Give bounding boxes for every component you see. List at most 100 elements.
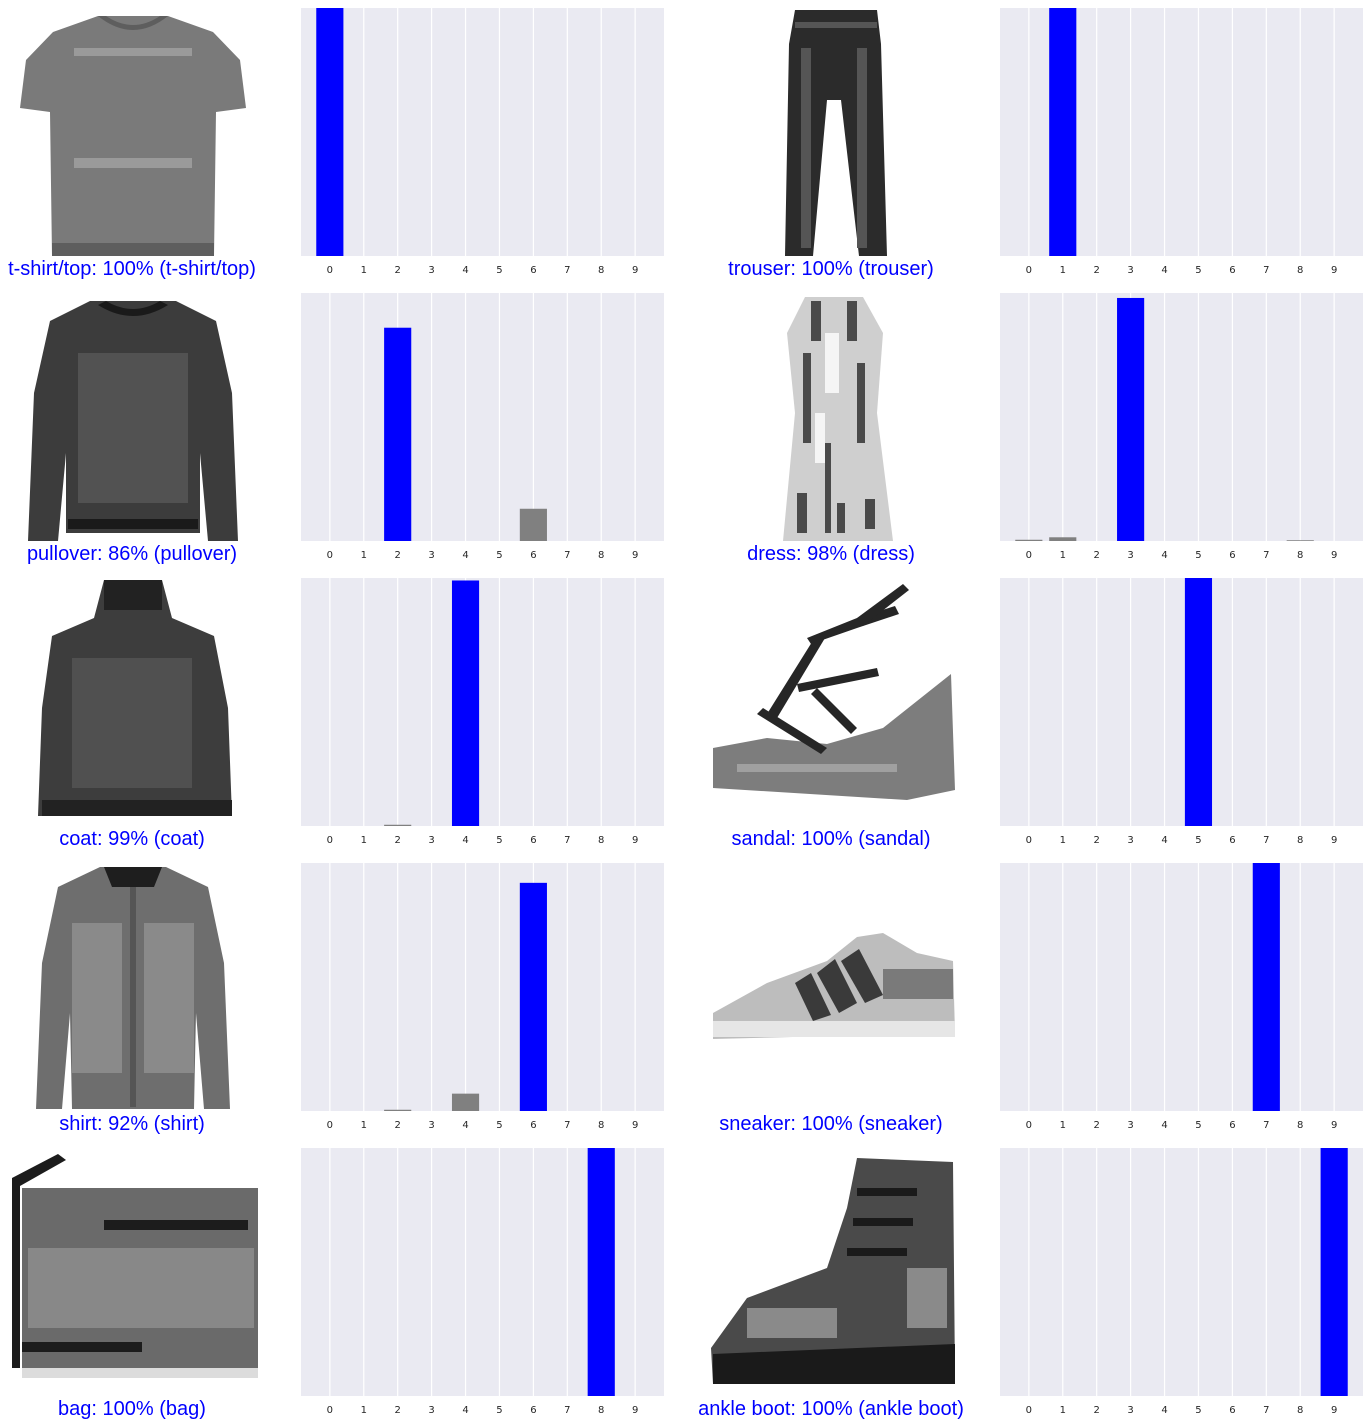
x-tick-label: 7: [1263, 1120, 1269, 1131]
x-tick-label: 7: [564, 1405, 570, 1416]
x-tick-label: 3: [1127, 1120, 1133, 1131]
x-tick-label: 1: [1060, 1405, 1066, 1416]
x-tick-label: 2: [1093, 1120, 1099, 1131]
x-tick-label: 0: [327, 265, 333, 276]
x-tick-label: 0: [327, 1120, 333, 1131]
bar-class-9: [1320, 1148, 1348, 1396]
x-tick-label: 5: [496, 550, 502, 561]
x-tick-label: 3: [1127, 265, 1133, 276]
probability-bar-chart: 0123456789: [301, 578, 664, 846]
x-tick-label: 8: [1297, 1120, 1303, 1131]
x-tick-label: 3: [428, 835, 434, 846]
x-tick-label: 0: [1026, 550, 1032, 561]
x-tick-label: 8: [1297, 1405, 1303, 1416]
x-tick-label: 0: [327, 1405, 333, 1416]
x-tick-label: 9: [1331, 1120, 1337, 1131]
x-tick-label: 8: [598, 1405, 604, 1416]
x-tick-label: 4: [462, 1405, 468, 1416]
x-tick-label: 3: [428, 550, 434, 561]
prediction-caption: coat: 99% (coat): [59, 828, 205, 850]
probability-bar-chart: 0123456789: [301, 8, 664, 276]
x-tick-label: 5: [496, 265, 502, 276]
prediction-caption: pullover: 86% (pullover): [26, 543, 238, 565]
x-tick-label: 6: [1229, 550, 1235, 561]
x-tick-label: 2: [394, 835, 400, 846]
prediction-caption: ankle boot: 100% (ankle boot): [698, 1398, 964, 1420]
x-tick-label: 0: [327, 835, 333, 846]
plot-background: [1000, 1148, 1363, 1396]
x-tick-label: 1: [361, 550, 367, 561]
coat-image: [38, 580, 232, 816]
x-tick-label: 2: [1093, 835, 1099, 846]
x-tick-label: 3: [1127, 550, 1133, 561]
ankle-boot-image: [711, 1158, 955, 1384]
bar-class-6: [519, 508, 547, 541]
probability-bar-chart: 0123456789: [301, 1148, 664, 1416]
x-tick-label: 3: [1127, 1405, 1133, 1416]
x-tick-label: 9: [1331, 265, 1337, 276]
shirt-image: [36, 867, 230, 1109]
probability-bar-chart: 0123456789: [1000, 8, 1363, 276]
x-tick-label: 7: [1263, 835, 1269, 846]
x-tick-label: 8: [598, 835, 604, 846]
x-tick-label: 7: [564, 1120, 570, 1131]
t-shirt-image: [20, 16, 246, 256]
bar-class-4: [451, 580, 480, 826]
x-tick-label: 5: [496, 835, 502, 846]
x-tick-label: 2: [1093, 1405, 1099, 1416]
bar-class-2: [384, 1109, 412, 1111]
x-tick-label: 3: [1127, 835, 1133, 846]
bar-class-6: [519, 882, 547, 1111]
x-tick-label: 5: [1195, 835, 1201, 846]
x-tick-label: 8: [1297, 550, 1303, 561]
x-tick-label: 9: [1331, 1405, 1337, 1416]
probability-bar-chart: 0123456789: [1000, 863, 1363, 1131]
x-tick-label: 3: [428, 265, 434, 276]
x-tick-label: 2: [394, 265, 400, 276]
x-tick-label: 8: [598, 265, 604, 276]
x-tick-label: 4: [462, 265, 468, 276]
x-tick-label: 9: [1331, 835, 1337, 846]
prediction-caption: bag: 100% (bag): [58, 1398, 206, 1420]
dress-image: [783, 297, 893, 541]
prediction-caption: sneaker: 100% (sneaker): [719, 1113, 943, 1135]
bar-class-0: [1015, 539, 1043, 541]
bar-class-1: [1049, 8, 1077, 256]
x-tick-label: 1: [361, 1405, 367, 1416]
x-tick-label: 1: [361, 265, 367, 276]
x-tick-label: 8: [598, 1120, 604, 1131]
x-tick-label: 5: [1195, 1120, 1201, 1131]
x-tick-label: 6: [530, 265, 536, 276]
prediction-caption: dress: 98% (dress): [747, 543, 915, 565]
pullover-image: [28, 301, 238, 541]
plot-background: [301, 578, 664, 826]
x-tick-label: 6: [530, 550, 536, 561]
x-tick-label: 4: [1161, 265, 1167, 276]
trouser-image: [785, 10, 887, 256]
bar-class-8: [1286, 540, 1314, 541]
probability-bar-chart: 0123456789: [1000, 578, 1363, 846]
x-tick-label: 4: [1161, 835, 1167, 846]
prediction-caption: t-shirt/top: 100% (t-shirt/top): [8, 258, 256, 280]
bar-class-7: [1252, 863, 1280, 1111]
x-tick-label: 6: [1229, 265, 1235, 276]
x-tick-label: 6: [1229, 1120, 1235, 1131]
bar-class-4: [451, 1093, 480, 1111]
bar-class-3: [1117, 297, 1145, 541]
bar-class-2: [384, 327, 412, 541]
x-tick-label: 5: [496, 1405, 502, 1416]
x-tick-label: 1: [361, 1120, 367, 1131]
prediction-caption: shirt: 92% (shirt): [59, 1113, 205, 1135]
x-tick-label: 5: [496, 1120, 502, 1131]
x-tick-label: 0: [327, 550, 333, 561]
probability-bar-chart: 0123456789: [301, 863, 664, 1131]
x-tick-label: 3: [428, 1120, 434, 1131]
x-tick-label: 5: [1195, 265, 1201, 276]
x-tick-label: 7: [1263, 550, 1269, 561]
x-tick-label: 6: [530, 1120, 536, 1131]
plot-background: [301, 863, 664, 1111]
bar-class-0: [316, 8, 344, 256]
plot-background: [301, 8, 664, 256]
x-tick-label: 4: [462, 1120, 468, 1131]
sandal-image: [713, 584, 955, 800]
